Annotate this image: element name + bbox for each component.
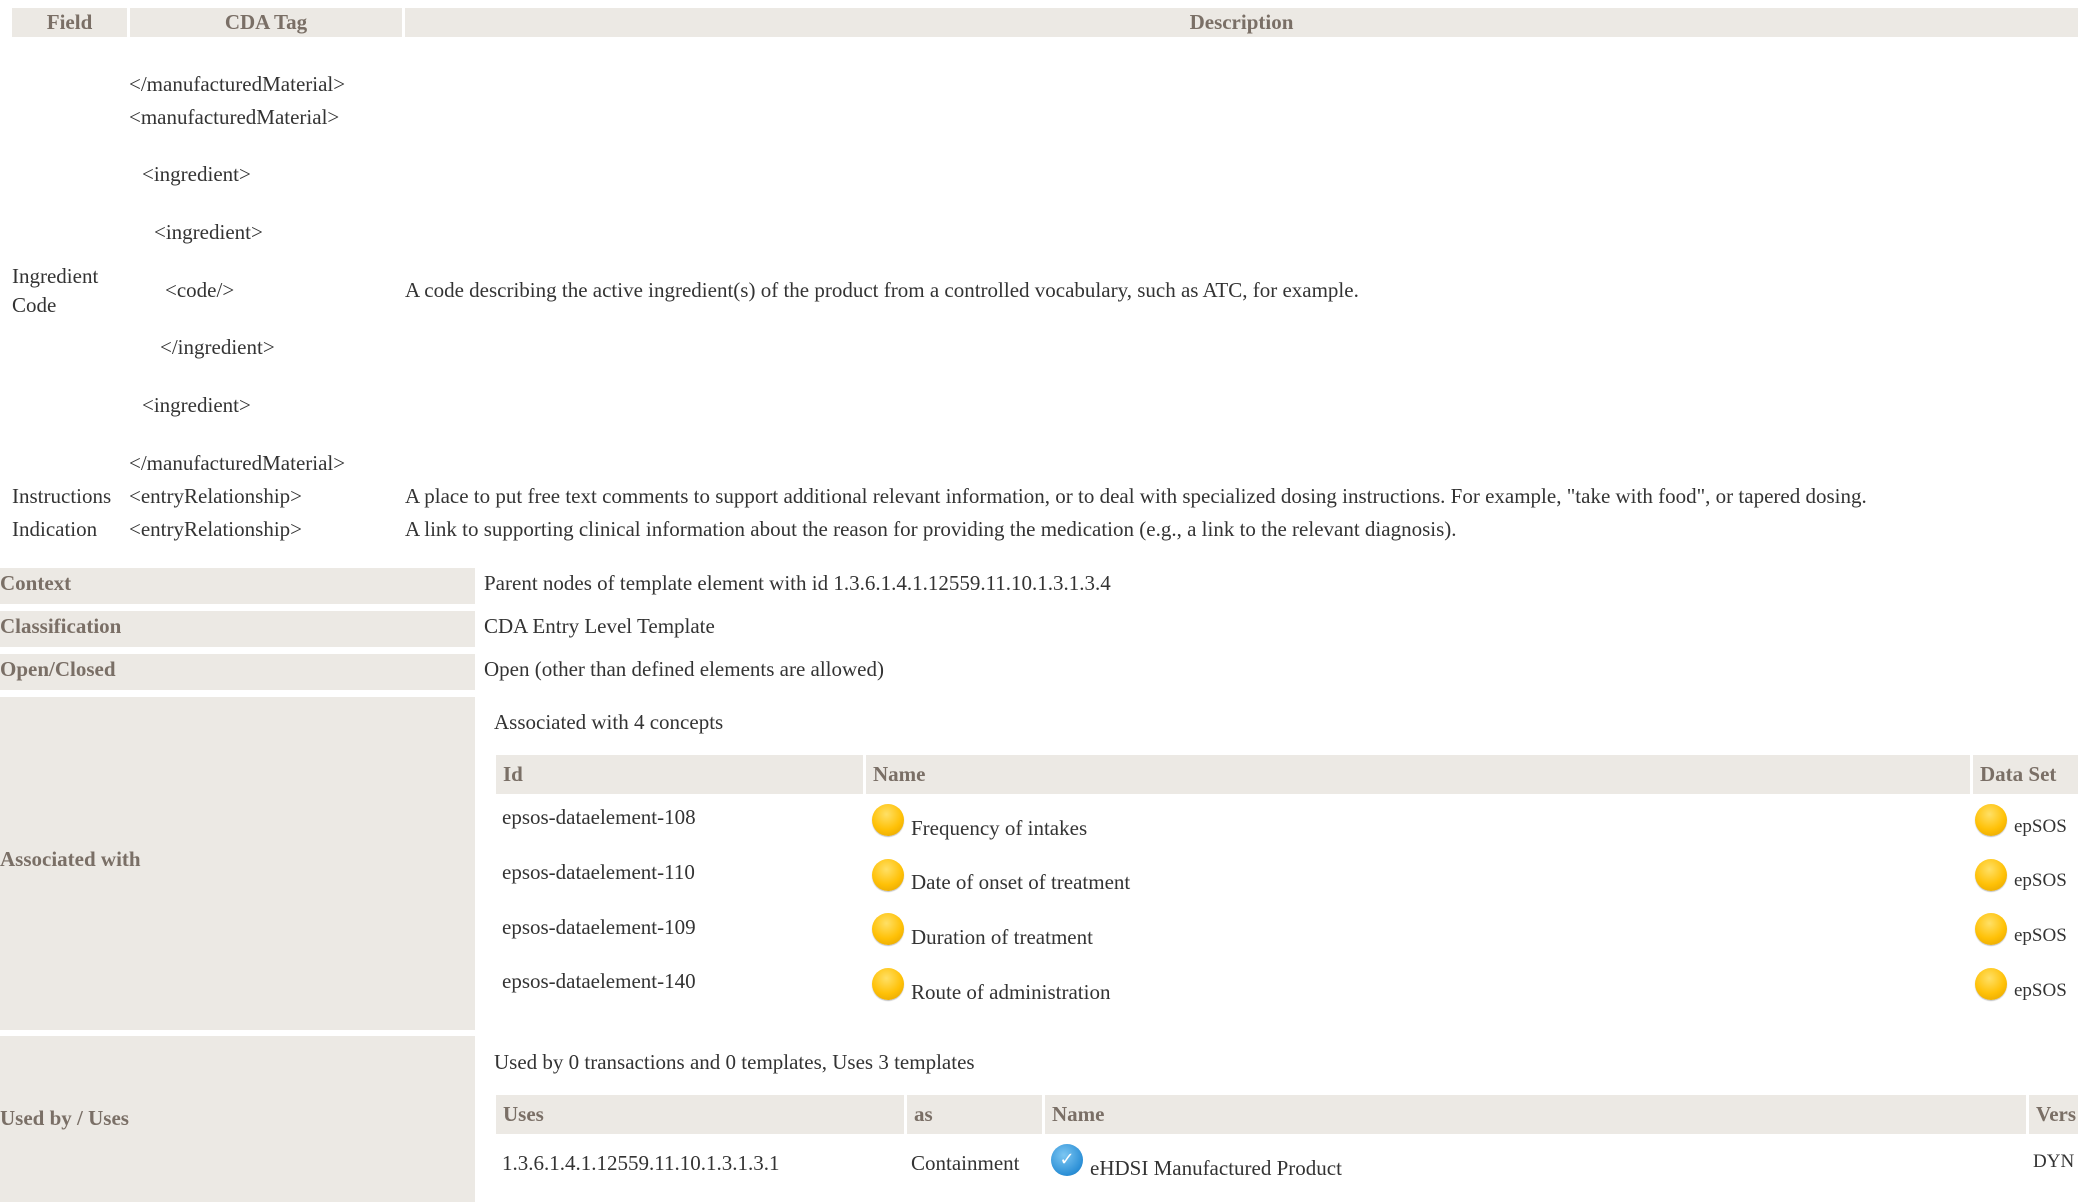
cda-tag-line: <ingredient> <box>142 393 251 417</box>
context-label-cell: Context <box>0 568 475 604</box>
concept-status-icon <box>872 859 904 891</box>
header-field: Field <box>12 8 127 37</box>
uses-as: Containment <box>911 1151 1020 1175</box>
open-closed-value: Open (other than defined elements are al… <box>484 657 884 681</box>
concept-id[interactable]: epsos-dataelement-108 <box>502 805 696 830</box>
field-ingredient-code: Ingredient Code <box>12 264 99 317</box>
used-by-summary: Used by 0 transactions and 0 templates, … <box>494 1050 975 1074</box>
header-cda-tag: CDA Tag <box>130 8 402 37</box>
associated-with-label: Associated with <box>0 847 141 871</box>
concept-name[interactable]: Route of administration <box>911 980 1110 1005</box>
cda-tag-line: <code/> <box>165 278 235 302</box>
concept-dataset[interactable]: epSOS <box>2014 980 2067 1002</box>
concept-dataset[interactable]: epSOS <box>2014 870 2067 892</box>
dataset-status-icon <box>1975 804 2007 836</box>
dataset-status-icon <box>1975 859 2007 891</box>
context-value: Parent nodes of template element with id… <box>484 571 1111 595</box>
uses-template-id[interactable]: 1.3.6.1.4.1.12559.11.10.1.3.1.3.1 <box>502 1151 779 1176</box>
cda-tag-line: </ingredient> <box>160 335 275 359</box>
open-closed-label: Open/Closed <box>0 657 116 681</box>
description-instructions: A place to put free text comments to sup… <box>405 484 1867 508</box>
concept-name[interactable]: Date of onset of treatment <box>911 870 1130 895</box>
field-instructions: Instructions <box>12 484 112 508</box>
concept-id[interactable]: epsos-dataelement-140 <box>502 969 696 994</box>
uses-header-as: as <box>907 1095 1042 1134</box>
uses-header-name: Name <box>1045 1095 2026 1134</box>
associated-summary: Associated with 4 concepts <box>494 710 724 734</box>
description-indication: A link to supporting clinical informatio… <box>405 517 1457 541</box>
cda-tag-entry-relationship: <entryRelationship> <box>129 484 302 508</box>
concept-status-icon <box>872 804 904 836</box>
concept-status-icon <box>872 913 904 945</box>
header-description: Description <box>405 8 2078 37</box>
concept-dataset[interactable]: epSOS <box>2014 816 2067 838</box>
classification-label-cell: Classification <box>0 611 475 647</box>
concept-name[interactable]: Duration of treatment <box>911 925 1093 950</box>
associated-header-id: Id <box>496 755 863 794</box>
concept-id[interactable]: epsos-dataelement-109 <box>502 915 696 940</box>
uses-header-version: Vers <box>2029 1095 2078 1134</box>
context-label: Context <box>0 571 72 595</box>
concept-id[interactable]: epsos-dataelement-110 <box>502 860 695 885</box>
field-indication: Indication <box>12 517 98 541</box>
cda-tag-line: <ingredient> <box>142 162 251 186</box>
dataset-status-icon <box>1975 968 2007 1000</box>
cda-tag-line: </manufacturedMaterial> <box>129 451 346 475</box>
cda-tag-line: </manufacturedMaterial> <box>129 72 346 96</box>
concept-status-icon <box>872 968 904 1000</box>
uses-header-uses: Uses <box>496 1095 904 1134</box>
classification-label: Classification <box>0 614 122 638</box>
template-status-check-icon: ✓ <box>1051 1144 1083 1176</box>
associated-header-name: Name <box>866 755 1970 794</box>
open-closed-label-cell: Open/Closed <box>0 654 475 690</box>
cda-tag-entry-relationship: <entryRelationship> <box>129 517 302 541</box>
classification-value: CDA Entry Level Template <box>484 614 715 638</box>
associated-with-label-cell: Associated with <box>0 697 475 1030</box>
description-ingredient-code: A code describing the active ingredient(… <box>405 278 1359 302</box>
associated-header-data-set: Data Set <box>1973 755 2078 794</box>
uses-template-name[interactable]: eHDSI Manufactured Product <box>1090 1156 1342 1181</box>
dataset-status-icon <box>1975 913 2007 945</box>
cda-tag-line: <manufacturedMaterial> <box>129 105 340 129</box>
used-by-label: Used by / Uses <box>0 1106 129 1130</box>
uses-version: DYN <box>2033 1151 2075 1172</box>
concept-dataset[interactable]: epSOS <box>2014 925 2067 947</box>
used-by-label-cell: Used by / Uses <box>0 1036 475 1202</box>
cda-tag-line: <ingredient> <box>154 220 263 244</box>
concept-name[interactable]: Frequency of intakes <box>911 816 1087 841</box>
